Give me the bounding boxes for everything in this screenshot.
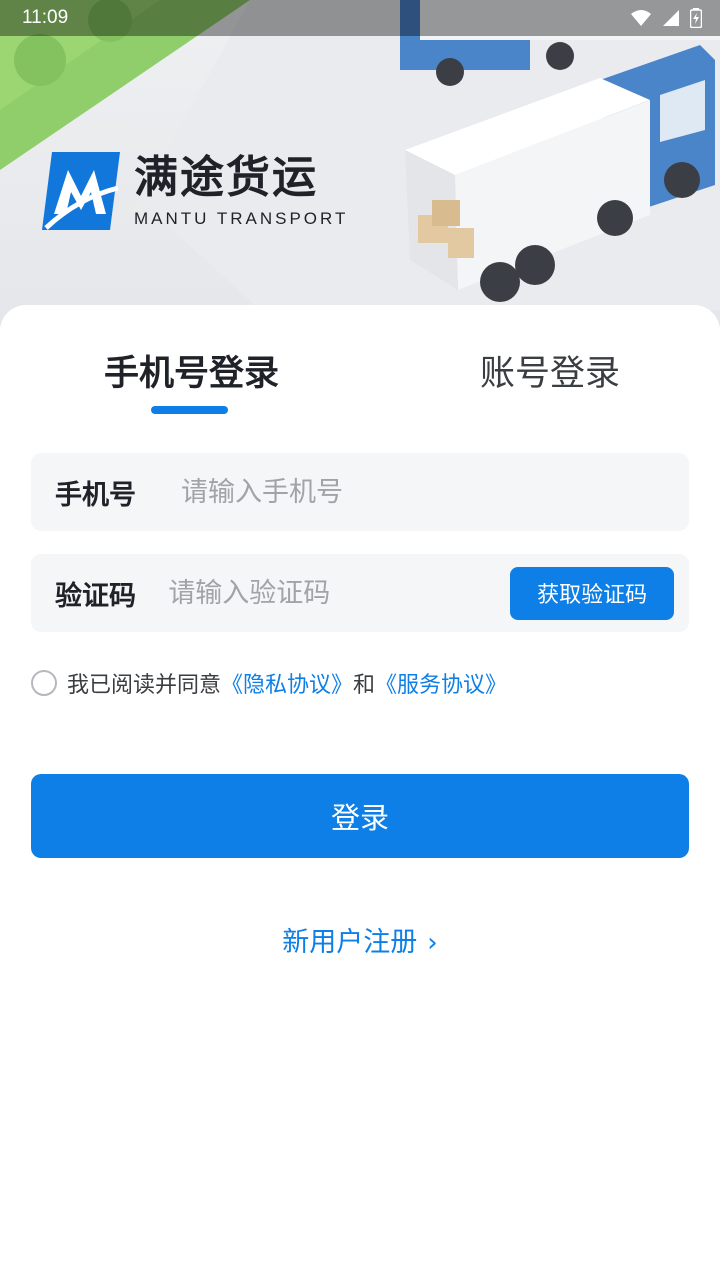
tab-account-login[interactable]: 账号登录: [480, 345, 620, 396]
get-code-button[interactable]: 获取验证码: [510, 566, 674, 620]
login-button[interactable]: 登录: [31, 774, 689, 858]
tab-phone-login[interactable]: 手机号登录: [104, 345, 279, 396]
code-field: 验证码 获取验证码: [31, 554, 689, 632]
agreement-row: 我已阅读并同意 《隐私协议》 和 《服务协议》: [31, 667, 507, 699]
agreement-prefix: 我已阅读并同意: [67, 673, 222, 698]
code-label: 验证码: [55, 580, 136, 612]
status-time: 11:09: [22, 7, 69, 28]
agreement-and: 和: [353, 673, 376, 698]
phone-input[interactable]: [181, 476, 689, 508]
active-tab-indicator: [151, 406, 228, 414]
service-agreement-link[interactable]: 《服务协议》: [375, 667, 507, 699]
code-input[interactable]: [168, 577, 511, 609]
agreement-checkbox[interactable]: [31, 670, 57, 696]
brand-name-cn: 满途货运: [134, 152, 318, 203]
brand-logo: 满途货运 MANTU TRANSPORT: [38, 148, 348, 234]
login-tabs: 手机号登录 账号登录: [0, 345, 720, 425]
mantu-logo-icon: [42, 152, 120, 230]
register-link[interactable]: 新用户注册: [282, 927, 417, 958]
wifi-icon: [631, 10, 651, 26]
phone-field: 手机号: [31, 453, 689, 531]
privacy-policy-link[interactable]: 《隐私协议》: [221, 667, 353, 699]
battery-charging-icon: [690, 8, 702, 28]
chevron-right-icon[interactable]: ›: [427, 928, 437, 958]
login-card: 手机号登录 账号登录 手机号 验证码 获取验证码 我已阅读并同意 《隐私协议》 …: [0, 305, 720, 1280]
signal-icon: [663, 10, 679, 26]
brand-name-en: MANTU TRANSPORT: [134, 209, 349, 228]
status-icons: [630, 8, 702, 28]
phone-label: 手机号: [55, 479, 136, 511]
status-bar: 11:09: [0, 0, 720, 36]
register-row: 新用户注册 ›: [0, 920, 720, 959]
